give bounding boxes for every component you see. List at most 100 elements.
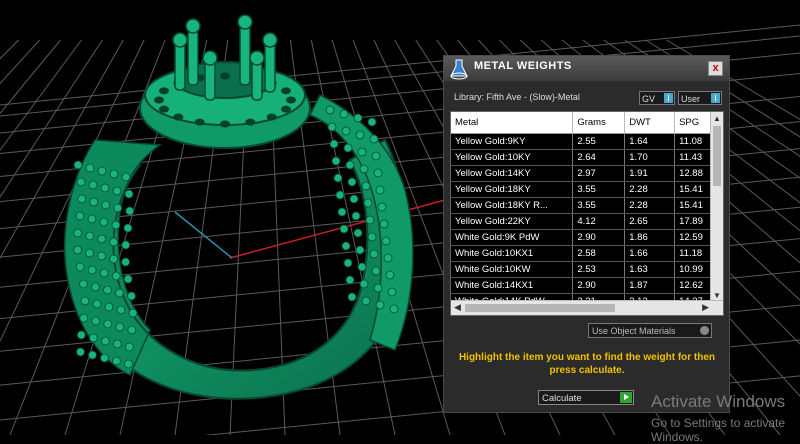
pave-bead — [89, 181, 97, 189]
table-row[interactable]: Yellow Gold:9KY2.551.6411.08 — [451, 134, 723, 150]
table-row[interactable]: Yellow Gold:18KY R...3.552.2815.41 — [451, 198, 723, 214]
pave-bead — [342, 242, 350, 250]
pave-bead — [122, 258, 130, 266]
gv-dropdown-value: GV — [642, 94, 655, 104]
scroll-up-icon[interactable]: ▲ — [713, 114, 721, 123]
ring-model[interactable] — [65, 15, 413, 399]
scroll-right-icon[interactable]: ▶ — [702, 302, 709, 313]
use-object-materials-dropdown[interactable]: Use Object Materials — [588, 323, 712, 338]
pave-bead — [101, 184, 109, 192]
table-row[interactable]: White Gold:10KX12.581.6611.18 — [451, 246, 723, 262]
pave-bead — [127, 292, 135, 300]
table-row[interactable]: White Gold:14KX12.901.8712.62 — [451, 278, 723, 294]
pave-bead — [328, 123, 336, 131]
vertical-scrollbar[interactable]: ▲ ▼ — [710, 112, 723, 302]
cell-dwt: 2.28 — [625, 198, 675, 214]
table-row[interactable]: Yellow Gold:10KY2.641.7011.43 — [451, 150, 723, 166]
scroll-thumb[interactable] — [713, 126, 721, 186]
table-row[interactable]: White Gold:9K PdW2.901.8612.59 — [451, 230, 723, 246]
cell-metal: White Gold:9K PdW — [451, 230, 573, 246]
cell-dwt: 2.65 — [625, 214, 675, 230]
instruction-text: Highlight the item you want to find the … — [454, 351, 720, 377]
pave-bead — [110, 238, 118, 246]
pave-bead — [390, 305, 398, 313]
table-row[interactable]: Yellow Gold:14KY2.971.9112.88 — [451, 166, 723, 182]
cell-grams: 2.53 — [573, 262, 625, 278]
user-dropdown-value: User — [681, 94, 700, 104]
pave-bead — [90, 198, 98, 206]
grid-line — [0, 40, 61, 435]
pave-bead — [86, 164, 94, 172]
pave-bead — [110, 170, 118, 178]
user-dropdown[interactable]: User — [678, 91, 722, 105]
pave-bead — [348, 178, 356, 186]
pave-bead — [124, 275, 132, 283]
halo-hole — [154, 97, 164, 104]
cell-metal: White Gold:14KX1 — [451, 278, 573, 294]
pave-bead — [122, 173, 130, 181]
cell-dwt: 1.86 — [625, 230, 675, 246]
pave-bead — [334, 174, 342, 182]
pave-bead — [89, 351, 97, 359]
pave-bead — [91, 283, 99, 291]
pave-bead — [374, 284, 382, 292]
pave-bead — [112, 221, 120, 229]
cell-dwt: 1.91 — [625, 166, 675, 182]
pave-bead — [344, 144, 352, 152]
pave-bead — [336, 191, 344, 199]
pave-bead — [358, 148, 366, 156]
column-header-metal[interactable]: Metal — [451, 112, 573, 134]
pave-bead — [326, 106, 334, 114]
pave-bead — [98, 252, 106, 260]
pave-bead — [86, 232, 94, 240]
pave-bead — [100, 269, 108, 277]
pave-bead — [101, 337, 109, 345]
info-icon — [711, 93, 720, 103]
pave-bead — [376, 301, 384, 309]
horizontal-scrollbar[interactable]: ◀ ▶ — [451, 300, 723, 315]
pave-bead — [358, 263, 366, 271]
table-row[interactable]: Yellow Gold:18KY3.552.2815.41 — [451, 182, 723, 198]
pave-bead — [113, 357, 121, 365]
pave-bead — [338, 208, 346, 216]
cell-metal: Yellow Gold:9KY — [451, 134, 573, 150]
cell-grams: 2.55 — [573, 134, 625, 150]
grid-line — [0, 40, 19, 435]
pave-bead — [112, 272, 120, 280]
scroll-left-icon[interactable]: ◀ — [454, 302, 461, 313]
column-header-dwt[interactable]: DWT — [625, 112, 675, 134]
calculate-button[interactable]: Calculate — [538, 390, 634, 405]
halo-hole — [159, 106, 169, 113]
cell-dwt: 1.66 — [625, 246, 675, 262]
table-row[interactable]: White Gold:10KW2.531.6310.99 — [451, 262, 723, 278]
pave-bead — [129, 309, 137, 317]
metal-table-container[interactable]: Metal Grams DWT SPG Yellow Gold:9KY2.551… — [450, 111, 724, 316]
panel-titlebar[interactable]: METAL WEIGHTS x — [444, 56, 729, 81]
pave-bead — [362, 297, 370, 305]
column-header-grams[interactable]: Grams — [573, 112, 625, 134]
pave-bead — [74, 161, 82, 169]
pave-bead — [370, 135, 378, 143]
pave-bead — [374, 169, 382, 177]
cell-grams: 4.12 — [573, 214, 625, 230]
halo-hole — [159, 87, 169, 94]
pave-bead — [388, 288, 396, 296]
halo-hole — [281, 106, 291, 113]
pave-bead — [378, 203, 386, 211]
pave-bead — [352, 212, 360, 220]
pave-bead — [74, 246, 82, 254]
pave-bead — [354, 229, 362, 237]
cell-dwt: 1.64 — [625, 134, 675, 150]
close-button[interactable]: x — [708, 61, 723, 76]
pave-bead — [79, 280, 87, 288]
gv-dropdown[interactable]: GV — [639, 91, 675, 105]
pave-bead — [114, 204, 122, 212]
pave-bead — [102, 201, 110, 209]
scroll-down-icon[interactable]: ▼ — [713, 291, 721, 300]
activate-windows-subtitle: Go to Settings to activate Windows. — [651, 416, 800, 444]
pave-bead — [340, 110, 348, 118]
pave-bead — [356, 246, 364, 254]
table-row[interactable]: Yellow Gold:22KY4.122.6517.89 — [451, 214, 723, 230]
pave-bead — [364, 199, 372, 207]
hscroll-thumb[interactable] — [465, 304, 615, 312]
